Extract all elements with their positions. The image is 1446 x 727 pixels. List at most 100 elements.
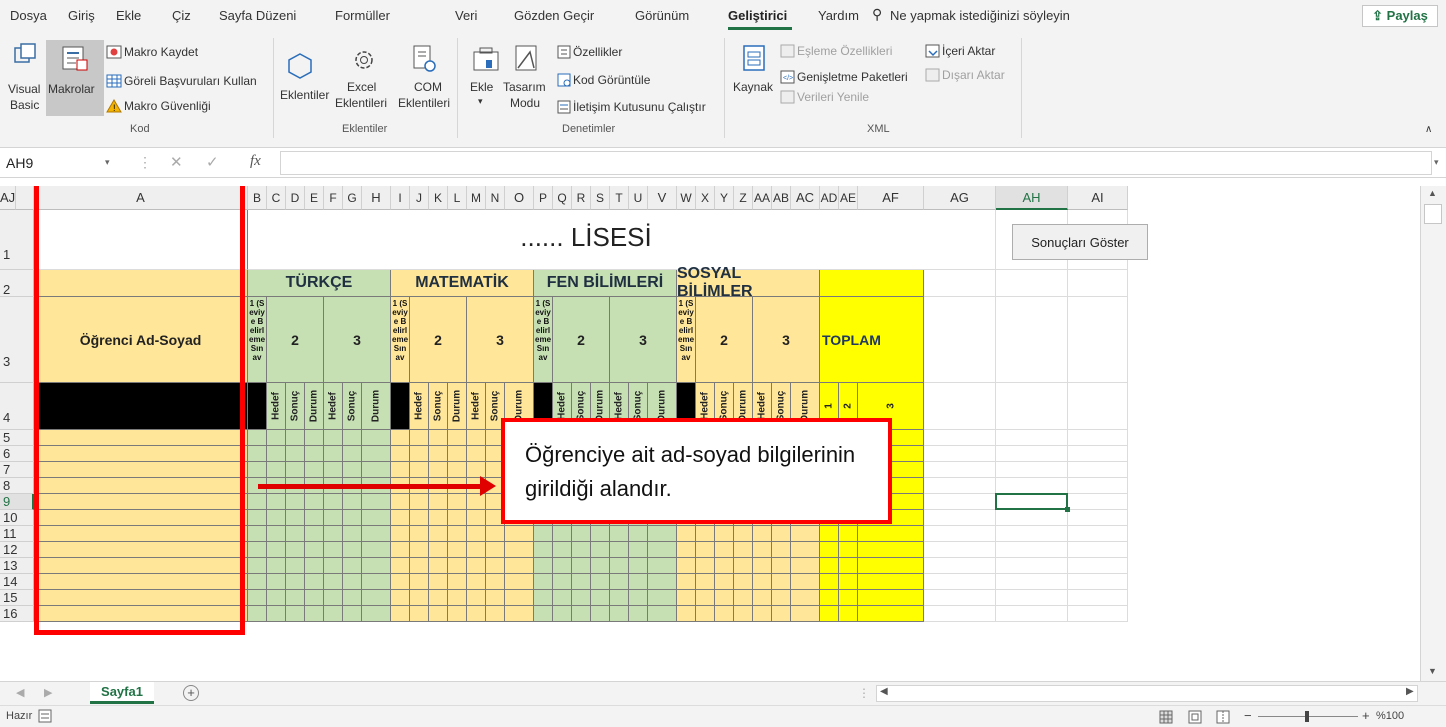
sheet-cell[interactable] <box>362 590 391 606</box>
sheet-cell[interactable] <box>772 606 791 622</box>
sheet-cell[interactable] <box>362 526 391 542</box>
sheet-cell[interactable] <box>534 542 553 558</box>
sheet-cell[interactable] <box>362 510 391 526</box>
insert-controls-button[interactable]: Ekle <box>470 80 493 94</box>
sheet-cell[interactable] <box>505 558 534 574</box>
sheet-cell[interactable] <box>305 430 324 446</box>
sheet-cell[interactable] <box>715 590 734 606</box>
sheet-cell[interactable] <box>486 590 505 606</box>
sheet-cell[interactable] <box>772 526 791 542</box>
sheet-cell[interactable] <box>343 446 362 462</box>
row-header-1[interactable]: 1 <box>0 210 34 270</box>
sheet-cell[interactable] <box>753 606 772 622</box>
sheet-cell[interactable] <box>343 542 362 558</box>
sheet-cell[interactable] <box>648 574 677 590</box>
column-header-AD[interactable]: AD <box>820 186 839 210</box>
sheet-cell[interactable] <box>286 542 305 558</box>
sheet-cell[interactable] <box>391 606 410 622</box>
sheet-cell[interactable] <box>505 526 534 542</box>
sheet-cell[interactable] <box>996 383 1068 430</box>
sheet-cell[interactable] <box>486 606 505 622</box>
sheet-cell[interactable] <box>996 270 1068 297</box>
sheet-cell[interactable] <box>429 558 448 574</box>
scroll-thumb[interactable] <box>1424 204 1442 224</box>
column-header-I[interactable]: I <box>391 186 410 210</box>
sheet-cell[interactable] <box>410 494 429 510</box>
sheet-cell-black[interactable] <box>248 383 267 430</box>
sheet-cell[interactable] <box>305 526 324 542</box>
collapse-ribbon-icon[interactable]: ∧ <box>1425 124 1432 135</box>
sheet-cell[interactable] <box>343 574 362 590</box>
sheet-cell[interactable] <box>448 494 467 510</box>
sheet-cell[interactable] <box>324 526 343 542</box>
zoom-level[interactable]: %100 <box>1376 710 1404 722</box>
sheet-cell[interactable] <box>1068 297 1128 383</box>
sheet-cell[interactable] <box>467 542 486 558</box>
sheet-cell[interactable] <box>591 606 610 622</box>
sheet-cell[interactable] <box>924 478 996 494</box>
sheet-cell[interactable] <box>324 494 343 510</box>
sheet-cell[interactable] <box>1068 383 1128 430</box>
column-header-K[interactable]: K <box>429 186 448 210</box>
sheet-cell[interactable] <box>305 606 324 622</box>
scroll-left-icon[interactable]: ◀ <box>880 686 888 697</box>
sheet-cell[interactable] <box>791 558 820 574</box>
sheet-cell[interactable] <box>467 510 486 526</box>
sheet-cell[interactable] <box>286 462 305 478</box>
column-header-AC[interactable]: AC <box>791 186 820 210</box>
com-addins-label-2[interactable]: Eklentileri <box>398 96 450 110</box>
sheet-cell[interactable] <box>734 526 753 542</box>
column-header-H[interactable]: H <box>362 186 391 210</box>
sheet-cell[interactable] <box>696 574 715 590</box>
sheet-cell[interactable] <box>391 590 410 606</box>
visual-basic-label-1[interactable]: Visual <box>8 82 40 96</box>
sheet-cell[interactable] <box>410 430 429 446</box>
sheet-cell[interactable] <box>610 558 629 574</box>
zoom-in-icon[interactable]: + <box>1362 708 1370 723</box>
column-header-R[interactable]: R <box>572 186 591 210</box>
sheet-cell[interactable] <box>343 590 362 606</box>
sheet-cell[interactable] <box>505 606 534 622</box>
sheet-cell[interactable] <box>505 590 534 606</box>
sheet-cell[interactable] <box>1068 606 1128 622</box>
row-header-3[interactable]: 3 <box>0 297 34 383</box>
sheet-cell[interactable] <box>772 542 791 558</box>
expansion-packs-icon[interactable]: </> <box>780 70 796 84</box>
row-header-9[interactable]: 9 <box>0 494 34 510</box>
sheet-cell[interactable] <box>858 558 924 574</box>
sheet-cell[interactable] <box>267 510 286 526</box>
sheet-cell[interactable] <box>610 590 629 606</box>
column-header-AI[interactable]: AI <box>1068 186 1128 210</box>
sheet-cell[interactable] <box>715 606 734 622</box>
addins-button[interactable]: Eklentiler <box>280 88 329 102</box>
column-header-T[interactable]: T <box>610 186 629 210</box>
sheet-cell[interactable] <box>996 478 1068 494</box>
sheet-cell[interactable] <box>553 606 572 622</box>
sheet-cell[interactable] <box>429 574 448 590</box>
show-results-button[interactable]: Sonuçları Göster <box>1012 224 1148 260</box>
sheet-cell[interactable] <box>305 574 324 590</box>
sheet-cell[interactable] <box>429 494 448 510</box>
sheet-cell[interactable] <box>362 430 391 446</box>
sheet-cell[interactable] <box>648 526 677 542</box>
sheet-cell[interactable] <box>753 574 772 590</box>
sheet-cell[interactable] <box>696 590 715 606</box>
addins-icon[interactable] <box>286 52 314 80</box>
sheet-cell[interactable] <box>1068 558 1128 574</box>
sheet-cell[interactable] <box>591 526 610 542</box>
sheet-cell[interactable] <box>343 510 362 526</box>
sheet-cell[interactable] <box>839 542 858 558</box>
scroll-right-icon[interactable]: ▶ <box>1406 686 1414 697</box>
sheet-cell[interactable] <box>534 606 553 622</box>
column-header-Q[interactable]: Q <box>553 186 572 210</box>
sheet-cell[interactable] <box>505 574 534 590</box>
macro-record-status-icon[interactable] <box>38 709 52 723</box>
sheet-cell[interactable] <box>324 430 343 446</box>
sheet-cell[interactable] <box>305 542 324 558</box>
sheet-cell[interactable] <box>391 574 410 590</box>
sheet-cell[interactable] <box>572 558 591 574</box>
sheet-cell[interactable] <box>820 590 839 606</box>
sheet-cell[interactable] <box>715 558 734 574</box>
next-sheet-icon[interactable]: ▶ <box>44 686 52 699</box>
tab-splitter-icon[interactable]: ⋮ <box>858 686 870 700</box>
